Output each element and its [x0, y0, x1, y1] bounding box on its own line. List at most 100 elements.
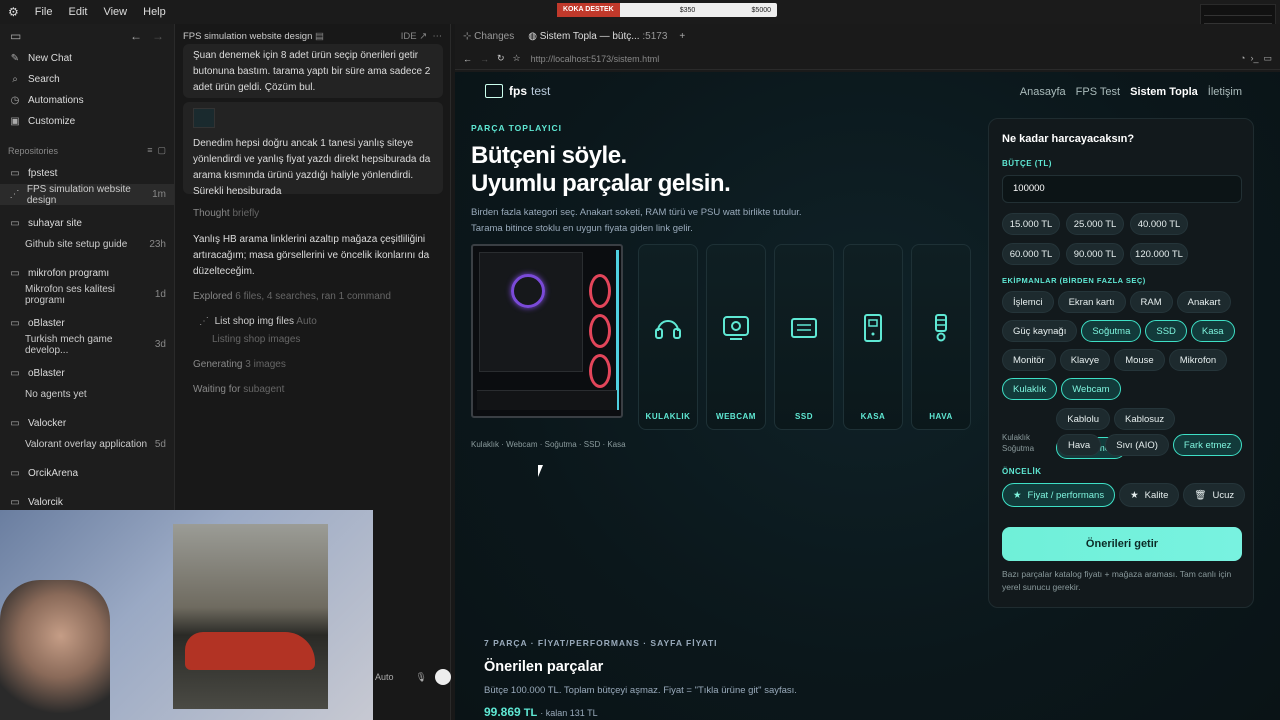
- budget-preset-chip[interactable]: 15.000 TL: [1002, 213, 1060, 235]
- wall-painting: [173, 524, 328, 709]
- attached-image[interactable]: [193, 108, 215, 128]
- menu-view[interactable]: View: [103, 6, 127, 18]
- budget-input[interactable]: 100000: [1002, 175, 1242, 203]
- browser-tab[interactable]: ◍ Sistem Topla — bütç... :5173: [528, 31, 667, 42]
- equipment-chip[interactable]: SSD: [1145, 320, 1187, 342]
- sogutma-option-chip[interactable]: Hava: [1057, 434, 1102, 456]
- ide-button[interactable]: IDE: [401, 31, 417, 42]
- equipment-chip[interactable]: Soğutma: [1081, 320, 1142, 342]
- equipment-chip[interactable]: Güç kaynağı: [1002, 320, 1078, 342]
- repo-folder[interactable]: ▭ oBlaster: [0, 313, 174, 334]
- search-button[interactable]: ⌕ Search: [0, 69, 174, 90]
- repo-folder[interactable]: ▭ Valocker: [0, 413, 174, 434]
- equipment-chip[interactable]: RAM: [1129, 291, 1173, 313]
- agent-thread-item[interactable]: ⋰ FPS simulation website design 1m: [0, 184, 174, 206]
- pc-case-image: [471, 244, 623, 418]
- nav-fps-test[interactable]: FPS Test: [1076, 86, 1120, 98]
- new-tab-icon[interactable]: +: [679, 31, 685, 42]
- mode-select[interactable]: Auto: [375, 672, 394, 682]
- equipment-chip[interactable]: Klavye: [1059, 349, 1111, 371]
- user-message-1: Şuan denemek için 8 adet ürün seçip öner…: [183, 44, 443, 98]
- stop-button[interactable]: [434, 669, 451, 685]
- thought-line[interactable]: Thought briefly: [193, 208, 259, 219]
- repo-folder[interactable]: ▭ oBlaster: [0, 363, 174, 384]
- kulaklik-option-chip[interactable]: Kablolu: [1056, 408, 1110, 430]
- priority-chip[interactable]: ★ Fiyat / performans: [1002, 483, 1116, 507]
- equipment-chip[interactable]: Kasa: [1190, 320, 1235, 342]
- nav-iletisim[interactable]: İletişim: [1208, 86, 1242, 98]
- sogutma-option-chip[interactable]: Sıvı (AIO): [1105, 434, 1169, 456]
- folder-icon: ▭: [10, 168, 20, 179]
- filter-icon[interactable]: ≡: [147, 145, 152, 155]
- equipment-chip[interactable]: Ekran kartı: [1057, 291, 1126, 313]
- priority-chip[interactable]: 🗑 Ucuz: [1183, 483, 1246, 507]
- toggle-sidebar-icon[interactable]: ▭: [10, 29, 21, 43]
- more-icon[interactable]: ⋯: [433, 31, 443, 42]
- agent-thread-item[interactable]: Github site setup guide 23h: [0, 234, 174, 255]
- equipment-chip[interactable]: Anakart: [1176, 291, 1232, 313]
- customize-button[interactable]: ▣ Customize: [0, 111, 174, 132]
- sogutma-option-chip[interactable]: Fark etmez: [1172, 434, 1243, 456]
- budget-preset-chip[interactable]: 60.000 TL: [1002, 243, 1060, 265]
- selected-categories: Kulaklık · Webcam · Soğutma · SSD · Kasa: [471, 440, 626, 449]
- repo-folder[interactable]: ▭ mikrofon programı: [0, 263, 174, 284]
- mic-icon[interactable]: 🎙: [416, 672, 427, 683]
- category-card[interactable]: HAVA: [911, 244, 971, 430]
- budget-preset-chip[interactable]: 90.000 TL: [1066, 243, 1124, 265]
- add-folder-icon[interactable]: ▢: [157, 145, 166, 155]
- app-logo-icon: ⚙: [8, 5, 19, 19]
- explored-line[interactable]: Explored 6 files, 4 searches, ran 1 comm…: [193, 291, 391, 302]
- forward-icon[interactable]: →: [480, 54, 489, 64]
- equipment-chip[interactable]: Kulaklık: [1002, 378, 1058, 400]
- category-card[interactable]: WEBCAM: [706, 244, 766, 430]
- new-chat-button[interactable]: ✎ New Chat: [0, 48, 174, 69]
- nav-anasayfa[interactable]: Anasayfa: [1020, 86, 1066, 98]
- menu-file[interactable]: File: [35, 6, 53, 18]
- equipment-chip[interactable]: Webcam: [1061, 378, 1121, 400]
- repo-list: ▭ fpstest ⋰ FPS simulation website design 1m…: [0, 163, 174, 513]
- menu-help[interactable]: Help: [143, 6, 166, 18]
- extension-icon[interactable]: ◔: [1240, 53, 1245, 63]
- agent-thread-item[interactable]: Turkish mech game develop... 3d: [0, 334, 174, 356]
- equipment-chip[interactable]: Monitör: [1002, 349, 1056, 371]
- donation-goal: $5000: [751, 6, 771, 14]
- repo-folder[interactable]: ▭ suhayar site: [0, 213, 174, 234]
- agent-thread-item[interactable]: No agents yet: [0, 384, 174, 405]
- repo-folder[interactable]: ▭ fpstest: [0, 163, 174, 184]
- menu-edit[interactable]: Edit: [69, 6, 88, 18]
- equipment-chip[interactable]: Mouse: [1114, 349, 1165, 371]
- budget-preset-chip[interactable]: 40.000 TL: [1130, 213, 1188, 235]
- agent-thread-item[interactable]: Valorant overlay application 5d: [0, 434, 174, 455]
- agent-thread-item[interactable]: Mikrofon ses kalitesi programı 1d: [0, 284, 174, 306]
- panel-icon[interactable]: ▭: [1263, 53, 1272, 63]
- back-icon[interactable]: ←: [463, 54, 472, 64]
- category-card[interactable]: KULAKLIK: [638, 244, 698, 430]
- forward-icon[interactable]: →: [152, 29, 164, 43]
- hero-title-line1: Bütçeni söyle.: [471, 142, 627, 169]
- kulaklik-option-chip[interactable]: Kablosuz: [1113, 408, 1176, 430]
- assistant-reply: Yanlış HB arama linklerini azaltıp mağaz…: [193, 234, 430, 277]
- equipment-chip[interactable]: Mikrofon: [1168, 349, 1228, 371]
- budget-presets: 15.000 TL 25.000 TL 40.000 TL 60.000 TL 90.0…: [1002, 213, 1246, 273]
- changes-tab[interactable]: ⊹ Changes: [463, 31, 514, 42]
- star-icon[interactable]: ☆: [513, 53, 521, 64]
- back-icon[interactable]: ←: [130, 29, 142, 43]
- repo-folder[interactable]: ▭ OrcikArena: [0, 463, 174, 484]
- get-suggestions-button[interactable]: Önerileri getir: [1002, 527, 1242, 561]
- budget-preset-chip[interactable]: 120.000 TL: [1130, 243, 1188, 265]
- site-logo[interactable]: fps test: [485, 84, 550, 98]
- priority-chip[interactable]: ★ Kalite: [1119, 483, 1180, 507]
- archive-icon[interactable]: ▤: [315, 31, 324, 42]
- nav-sistem-topla[interactable]: Sistem Topla: [1130, 86, 1198, 98]
- list-shop-step[interactable]: ⋰ List shop img files Auto: [199, 316, 317, 327]
- automations-button[interactable]: ◷ Automations: [0, 90, 174, 111]
- reload-icon[interactable]: ↻: [497, 53, 505, 64]
- hero-desc-1: Birden fazla kategori seç. Anakart soket…: [471, 207, 802, 218]
- equipment-chip[interactable]: İşlemci: [1002, 291, 1054, 313]
- terminal-icon[interactable]: ›_: [1250, 53, 1258, 63]
- budget-preset-chip[interactable]: 25.000 TL: [1066, 213, 1124, 235]
- cooler-icon: [935, 314, 947, 342]
- url-field[interactable]: http://localhost:5173/sistem.html: [531, 54, 660, 64]
- category-card[interactable]: SSD: [774, 244, 834, 430]
- category-card[interactable]: KASA: [843, 244, 903, 430]
